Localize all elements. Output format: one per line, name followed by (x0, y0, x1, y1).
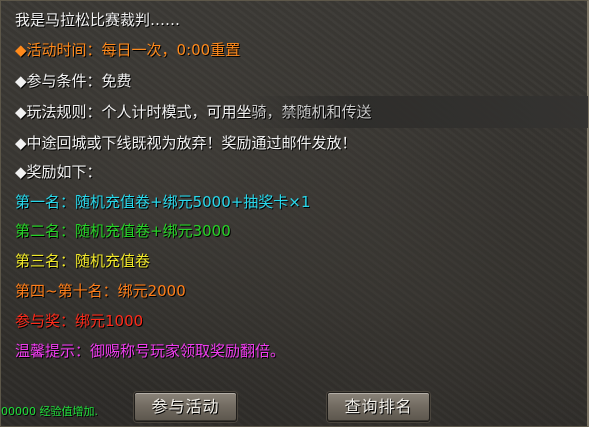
join-activity-button[interactable]: 参与活动 (134, 392, 237, 422)
rules-tail-text: 骑，禁随机和传送 (251, 103, 372, 121)
rules-main-text: ◆玩法规则：个人计时模式，可用坐 (15, 103, 252, 121)
rules-line: ◆玩法规则：个人计时模式，可用坐骑，禁随机和传送 (15, 99, 372, 125)
reward-participation: 参与奖：绑元1000 (15, 312, 144, 330)
conditions-line: ◆参与条件：免费 (15, 72, 132, 90)
reward-first-place: 第一名：随机充值卷+绑元5000+抽奖卡×1 (15, 193, 311, 211)
tip-line: 温馨提示：御赐称号玩家领取奖励翻倍。 (15, 342, 286, 360)
reward-second-place: 第二名：随机充值卷+绑元3000 (15, 222, 231, 240)
query-rank-button[interactable]: 查询排名 (327, 392, 430, 422)
system-exp-message: 00000 经验值增加. (1, 405, 98, 418)
activity-time-line: ◆活动时间：每日一次，0:00重置 (15, 41, 241, 59)
reward-third-place: 第三名：随机充值卷 (15, 252, 151, 270)
npc-dialog-panel: 我是马拉松比赛裁判…… ◆活动时间：每日一次，0:00重置 ◆参与条件：免费 ◆… (0, 0, 589, 427)
penalty-line: ◆中途回城或下线既视为放弃！奖励通过邮件发放！ (15, 134, 357, 152)
reward-fourth-to-tenth: 第四~第十名：绑元2000 (15, 282, 186, 300)
rewards-header: ◆奖励如下： (15, 163, 102, 181)
npc-greeting: 我是马拉松比赛裁判…… (15, 11, 181, 29)
